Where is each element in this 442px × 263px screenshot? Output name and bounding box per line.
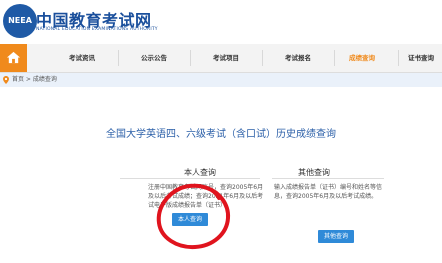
nav-item-exams[interactable]: 考试项目 (196, 44, 256, 72)
site-subtitle: NATIONAL EDUCATION EXAMINATIONS AUTHORIT… (36, 27, 158, 32)
nav-divider (398, 50, 399, 66)
nav-home-button[interactable] (0, 44, 27, 72)
breadcrumb: 首页 > 成绩查询 (0, 73, 442, 87)
nav-divider (262, 50, 263, 66)
site-header: NEEA 中国教育考试网 NATIONAL EDUCATION EXAMINAT… (0, 0, 442, 44)
location-pin-icon (3, 76, 9, 84)
other-query-button[interactable]: 其他查询 (318, 230, 354, 243)
nav-item-announcements[interactable]: 公示公告 (124, 44, 184, 72)
nav-item-certificate-query[interactable]: 证书查询 (400, 44, 442, 72)
self-query-divider (120, 178, 260, 179)
page-title: 全国大学英语四、六级考试（含口试）历史成绩查询 (106, 129, 336, 140)
logo-badge-icon: NEEA (3, 4, 37, 38)
nav-divider (190, 50, 191, 66)
other-query-divider (272, 178, 384, 179)
nav-item-score-query[interactable]: 成绩查询 (332, 44, 392, 72)
nav-item-registration[interactable]: 考试报名 (268, 44, 328, 72)
nav-item-news[interactable]: 考试资讯 (52, 44, 112, 72)
red-annotation-circle (156, 183, 231, 250)
main-nav: 考试资讯 公示公告 考试项目 考试报名 成绩查询 证书查询 (0, 44, 442, 73)
home-icon (6, 51, 21, 64)
breadcrumb-path[interactable]: 首页 > 成绩查询 (12, 74, 57, 86)
other-query-title: 其他查询 (298, 168, 330, 177)
other-query-description: 输入成绩报告单（证书）编号和姓名等信息，查询2005年6月及以后考试成绩。 (274, 184, 383, 200)
nav-divider (118, 50, 119, 66)
self-query-title: 本人查询 (184, 168, 216, 177)
